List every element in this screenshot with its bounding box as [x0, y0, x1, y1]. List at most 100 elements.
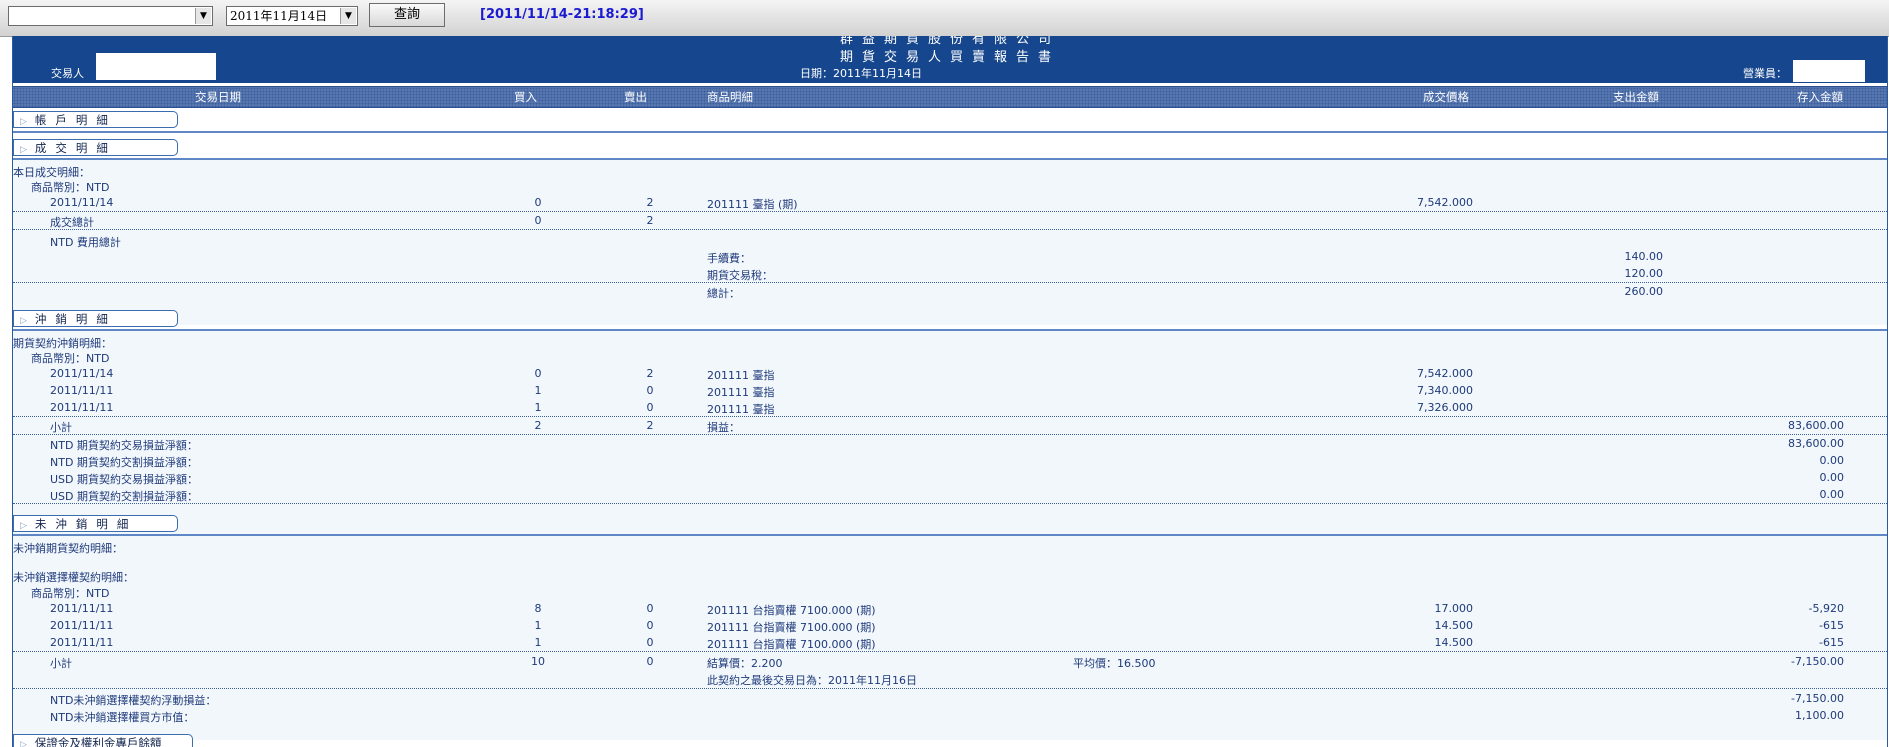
- trader-name-field: [96, 53, 216, 80]
- section-line: [13, 329, 1887, 331]
- open-subtotal-sell: 0: [646, 655, 654, 668]
- chevron-down-icon[interactable]: ▼: [195, 8, 211, 24]
- query-timestamp: [2011/11/14-21:18:29]: [480, 7, 644, 22]
- toolbar: ▼ 2011年11月14日 ▼ 查詢 [2011/11/14-21:18:29]: [0, 0, 1889, 37]
- offset-date: 2011/11/11: [50, 384, 114, 397]
- net-value: 0.00: [1819, 488, 1845, 501]
- expand-icon: ▷: [20, 316, 27, 326]
- offset-product: 201111 臺指: [707, 369, 775, 382]
- offset-price: 7,542.000: [1417, 367, 1473, 380]
- section-line: [13, 131, 1887, 133]
- open-price: 14.500: [1434, 619, 1474, 632]
- expand-icon: ▷: [20, 145, 27, 155]
- sales-label: 營業員：: [1743, 67, 1787, 80]
- chevron-down-icon[interactable]: ▼: [340, 8, 356, 24]
- date-select-value: 2011年11月14日: [230, 9, 328, 23]
- offset-buy: 1: [534, 384, 542, 397]
- section-offset-toggle[interactable]: ▷ 沖銷明細: [13, 310, 178, 327]
- col-product: 商品明細: [707, 90, 753, 104]
- sales-name-field: [1793, 60, 1865, 82]
- open-last-trade-note: 此契約之最後交易日為：2011年11月16日: [707, 674, 917, 687]
- trades-total-label: 成交總計: [50, 216, 94, 229]
- row-divider: [13, 503, 1887, 504]
- col-debit: 支出金額: [1613, 90, 1659, 104]
- open-currency-label: 商品幣別：NTD: [31, 587, 110, 600]
- row-divider: [13, 211, 1887, 212]
- trades-total-sell: 2: [646, 214, 654, 227]
- offset-currency-label: 商品幣別：NTD: [31, 352, 110, 365]
- open-float-value: -7,150.00: [1791, 692, 1844, 705]
- open-settle-price: 結算價：2.200: [707, 657, 783, 670]
- section-offset-label: 沖銷明細: [34, 312, 117, 326]
- section-line: [13, 534, 1887, 536]
- net-label: NTD 期貨契約交易損益淨額：: [50, 439, 198, 452]
- open-product: 201111 台指賣權 7100.000 (期): [707, 638, 876, 651]
- open-market-value: 1,100.00: [1795, 709, 1844, 722]
- open-market-label: NTD未沖銷選擇權買方市值：: [50, 711, 195, 724]
- expand-icon: ▷: [20, 521, 27, 531]
- open-product: 201111 台指賣權 7100.000 (期): [707, 621, 876, 634]
- section-account-label: 帳戶明細: [34, 113, 117, 127]
- section-margin-label: 保證金及權利金專戶餘額: [34, 736, 162, 747]
- open-buy: 8: [534, 602, 542, 615]
- open-avg-price: 平均價：16.500: [1073, 657, 1156, 670]
- offset-sell: 0: [646, 401, 654, 414]
- row-divider: [13, 229, 1887, 230]
- open-subtotal-credit: -7,150.00: [1791, 655, 1844, 668]
- open-date: 2011/11/11: [50, 602, 114, 615]
- column-header: 交易日期 買入 賣出 商品明細 成交價格 支出金額 存入金額: [13, 86, 1887, 108]
- offset-pnl-value: 83,600.00: [1788, 419, 1844, 432]
- offset-product: 201111 臺指: [707, 403, 775, 416]
- open-float-label: NTD未沖銷選擇權契約浮動損益：: [50, 694, 217, 707]
- col-price: 成交價格: [1423, 90, 1469, 104]
- trader-label: 交易人: [51, 67, 84, 80]
- open-subtotal-label: 小計: [50, 657, 72, 670]
- section-account-toggle[interactable]: ▷ 帳戶明細: [13, 111, 178, 128]
- trades-currency-label: 商品幣別：NTD: [31, 181, 110, 194]
- row-divider: [13, 651, 1887, 652]
- net-value: 0.00: [1819, 471, 1845, 484]
- offset-sell: 2: [646, 367, 654, 380]
- open-date: 2011/11/11: [50, 619, 114, 632]
- report-title: 期貨交易人買賣報告書: [839, 50, 1060, 65]
- offset-pnl-label: 損益：: [707, 421, 740, 434]
- offset-buy: 0: [534, 367, 542, 380]
- open-options-title: 未沖銷選擇權契約明細：: [13, 571, 134, 584]
- net-label: NTD 期貨契約交割損益淨額：: [50, 456, 198, 469]
- row-divider: [13, 688, 1887, 689]
- sum-label: 總計：: [707, 287, 740, 300]
- open-sell: 0: [646, 636, 654, 649]
- account-select[interactable]: ▼: [8, 6, 213, 26]
- trade-price: 7,542.000: [1417, 196, 1473, 209]
- expand-icon: ▷: [20, 740, 27, 747]
- col-sell: 賣出: [624, 90, 647, 104]
- net-value: 0.00: [1819, 454, 1845, 467]
- report-header: 群益期貨股份有限公司 期貨交易人買賣報告書 交易人 日期：2011年11月14日…: [13, 36, 1887, 83]
- trades-total-buy: 0: [534, 214, 542, 227]
- net-label: USD 期貨契約交割損益淨額：: [50, 490, 198, 503]
- fee-value: 140.00: [1624, 250, 1664, 263]
- open-buy: 1: [534, 619, 542, 632]
- offset-subtotal-buy: 2: [534, 419, 542, 432]
- trades-panel: [13, 159, 1887, 325]
- col-buy: 買入: [514, 90, 537, 104]
- trade-date: 2011/11/14: [50, 196, 114, 209]
- section-margin-toggle[interactable]: ▷ 保證金及權利金專戶餘額: [13, 734, 193, 747]
- row-divider: [13, 416, 1887, 417]
- open-sell: 0: [646, 619, 654, 632]
- offset-subtotal-sell: 2: [646, 419, 654, 432]
- query-button[interactable]: 查詢: [369, 3, 445, 27]
- offset-title: 期貨契約沖銷明細：: [13, 337, 112, 350]
- section-trades-toggle[interactable]: ▷ 成交明細: [13, 139, 178, 156]
- section-open-toggle[interactable]: ▷ 未沖銷明細: [13, 515, 178, 532]
- open-buy: 1: [534, 636, 542, 649]
- offset-date: 2011/11/11: [50, 401, 114, 414]
- section-open-label: 未沖銷明細: [34, 517, 138, 531]
- report-date: 日期：2011年11月14日: [800, 67, 922, 80]
- open-credit: -615: [1819, 636, 1844, 649]
- trade-sell: 2: [646, 196, 654, 209]
- offset-subtotal-label: 小計: [50, 421, 72, 434]
- col-date: 交易日期: [195, 90, 241, 104]
- date-select[interactable]: 2011年11月14日 ▼: [226, 6, 358, 26]
- open-futures-title: 未沖銷期貨契約明細：: [13, 542, 123, 555]
